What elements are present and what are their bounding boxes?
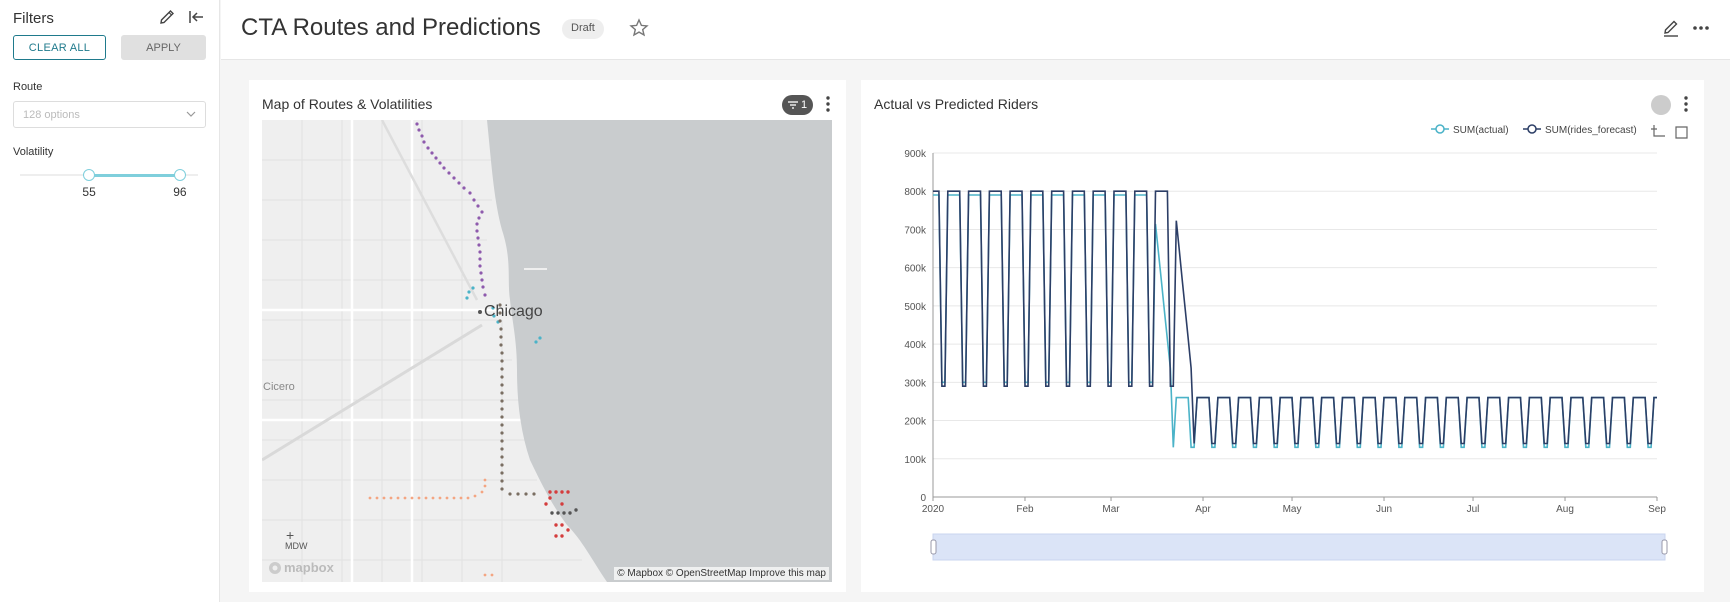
x-tick-label: 2020	[922, 504, 945, 515]
x-tick-label: Aug	[1556, 504, 1574, 515]
x-tick-label: Jul	[1467, 504, 1480, 515]
y-tick-label: 700k	[904, 225, 927, 236]
y-tick-label: 900k	[904, 149, 927, 160]
y-tick-label: 200k	[904, 417, 927, 428]
series-line-actual	[933, 194, 1657, 449]
filters-title: Filters	[13, 10, 54, 27]
y-tick-label: 500k	[904, 302, 927, 313]
city-label: Chicago	[484, 303, 543, 320]
x-tick-label: May	[1283, 504, 1302, 515]
clear-all-button[interactable]: CLEAR ALL	[13, 35, 106, 60]
volatility-max-value: 96	[173, 185, 187, 199]
mapbox-logo-text: mapbox	[284, 560, 334, 575]
cicero-label: Cicero	[263, 381, 295, 393]
data-zoom-slider	[932, 533, 1666, 561]
map-canvas	[262, 120, 832, 582]
volatility-min-handle[interactable]	[83, 169, 96, 181]
filter-sidebar: Filters CLEAR ALL APPLY Route 128 option…	[0, 0, 220, 602]
collapse-sidebar-icon[interactable]	[187, 8, 205, 26]
mapbox-logo-icon	[269, 561, 281, 574]
volatility-min-value: 55	[82, 185, 96, 199]
edit-pencil-icon[interactable]	[158, 8, 176, 26]
route-label: Route	[13, 81, 43, 93]
reset-zoom-icon	[1675, 126, 1688, 139]
x-tick-label: Jun	[1376, 504, 1392, 515]
map-panel: Map of Routes & Volatilities 1 Chicago C…	[249, 80, 846, 592]
map-menu-icon[interactable]	[825, 95, 831, 113]
mdw-label: MDW	[285, 541, 308, 551]
dashboard-header: CTA Routes and Predictions Draft	[221, 0, 1730, 60]
line-chart[interactable]: 0 100k 200k 300k 400k 500k 600k 700k 800k 900k 202…	[861, 80, 1704, 592]
route-select[interactable]: 128 options	[13, 101, 206, 128]
y-tick-label: 100k	[904, 455, 927, 466]
y-tick-label: 0	[920, 493, 926, 504]
map-attribution[interactable]: © Mapbox © OpenStreetMap Improve this ma…	[614, 567, 829, 580]
x-tick-label: Mar	[1102, 504, 1120, 515]
draft-badge: Draft	[562, 19, 604, 39]
route-map[interactable]: Chicago Cicero + MDW mapbox © Mapbox © O…	[262, 120, 832, 582]
y-tick-label: 600k	[904, 264, 927, 275]
chevron-down-icon	[186, 111, 196, 117]
legend-forecast-label: SUM(rides_forecast)	[1545, 125, 1637, 136]
legend-actual-label: SUM(actual)	[1453, 125, 1509, 136]
y-tick-label: 300k	[904, 378, 927, 389]
edit-dashboard-icon[interactable]	[1661, 18, 1681, 38]
route-placeholder: 128 options	[23, 109, 80, 121]
mapbox-logo[interactable]: mapbox	[268, 560, 334, 575]
map-panel-title: Map of Routes & Volatilities	[262, 96, 433, 112]
y-tick-label: 400k	[904, 340, 927, 351]
legend-forecast-marker	[1527, 124, 1537, 134]
legend-actual-marker	[1435, 124, 1445, 134]
data-zoom-right-handle	[1661, 539, 1668, 555]
x-tick-label: Feb	[1016, 504, 1034, 515]
volatility-label: Volatility	[13, 146, 54, 158]
applied-filters-badge[interactable]: 1	[782, 95, 813, 115]
star-icon[interactable]	[629, 18, 649, 38]
y-tick-label: 800k	[904, 187, 927, 198]
data-zoom-left-handle	[930, 539, 937, 555]
volatility-max-handle[interactable]	[174, 169, 187, 181]
more-options-icon[interactable]	[1691, 18, 1711, 38]
x-tick-label: Apr	[1195, 504, 1211, 515]
dashboard-title: CTA Routes and Predictions	[241, 14, 541, 41]
chart-panel: Actual vs Predicted Riders 0 100k 200k 300k…	[861, 80, 1704, 592]
apply-button[interactable]: APPLY	[121, 35, 206, 60]
zoom-icon	[1651, 125, 1665, 137]
filter-icon	[788, 101, 798, 109]
volatility-slider-range	[89, 174, 181, 177]
filter-count: 1	[801, 99, 808, 111]
x-tick-label: Sep	[1648, 504, 1666, 515]
